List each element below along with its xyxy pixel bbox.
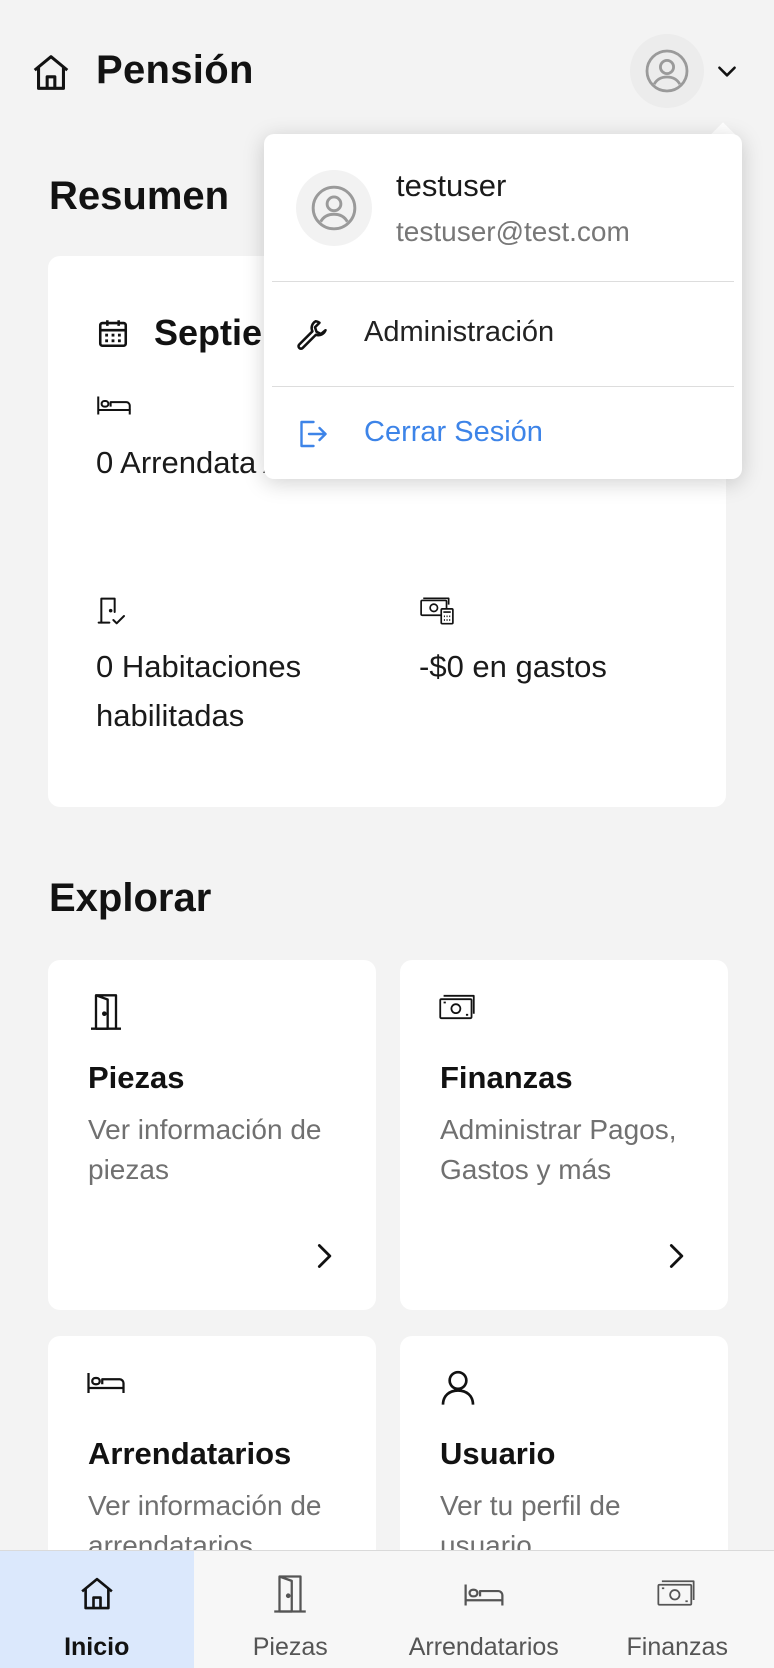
stat-text: 0 Habitaciones habilitadas xyxy=(96,649,302,733)
door-icon xyxy=(269,1573,311,1615)
month-row: Septie xyxy=(96,312,262,354)
explore-card-finanzas[interactable]: Finanzas Administrar Pagos, Gastos y más xyxy=(400,960,728,1310)
menu-item-label: Administración xyxy=(364,316,555,348)
door-icon xyxy=(86,992,126,1032)
avatar xyxy=(296,170,372,246)
card-title: Finanzas xyxy=(440,1060,573,1095)
stat-expenses: -$0 en gastos xyxy=(419,596,719,691)
menu-item-logout[interactable]: Cerrar Sesión xyxy=(264,390,742,478)
card-description: Administrar Pagos, Gastos y más xyxy=(440,1114,677,1185)
money-icon xyxy=(438,992,478,1032)
nav-label: Arrendatarios xyxy=(408,1633,559,1661)
user-circle-icon xyxy=(311,185,357,231)
divider xyxy=(272,386,734,387)
nav-item-arrendatarios[interactable]: Arrendatarios xyxy=(387,1551,581,1668)
bed-icon xyxy=(86,1368,126,1408)
user-circle-icon xyxy=(645,49,689,93)
money-calculator-icon xyxy=(419,596,455,628)
menu-email: testuser@test.com xyxy=(396,216,630,247)
explore-section-title: Explorar xyxy=(49,876,212,920)
divider xyxy=(272,281,734,282)
calendar-icon xyxy=(96,316,130,350)
card-title: Usuario xyxy=(440,1436,556,1471)
app-header: Pensión xyxy=(0,0,774,145)
stat-text: -$0 en gastos xyxy=(419,649,607,684)
month-label: Septie xyxy=(154,312,263,353)
menu-username: testuser xyxy=(396,168,507,203)
explore-card-piezas[interactable]: Piezas Ver información de piezas xyxy=(48,960,376,1310)
bed-icon xyxy=(463,1573,505,1615)
home-icon xyxy=(76,1573,118,1615)
menu-item-label: Cerrar Sesión xyxy=(364,416,543,448)
user-dropdown-menu: testuser testuser@test.com Administració… xyxy=(264,134,742,479)
door-check-icon xyxy=(96,596,132,628)
chevron-down-icon[interactable] xyxy=(714,58,740,84)
chevron-right-icon[interactable] xyxy=(310,1242,338,1270)
nav-item-inicio[interactable]: Inicio xyxy=(0,1551,194,1668)
nav-item-piezas[interactable]: Piezas xyxy=(194,1551,388,1668)
logout-icon xyxy=(294,416,330,452)
bottom-nav: Inicio Piezas Arrendatarios Finanzas xyxy=(0,1550,774,1668)
stat-enabled-rooms: 0 Habitaciones habilitadas xyxy=(96,596,396,740)
card-title: Arrendatarios xyxy=(88,1436,292,1471)
nav-item-finanzas[interactable]: Finanzas xyxy=(581,1551,774,1668)
home-icon[interactable] xyxy=(28,50,74,96)
user-icon xyxy=(438,1368,478,1408)
app-title: Pensión xyxy=(96,48,254,92)
summary-section-title: Resumen xyxy=(49,174,230,218)
money-icon xyxy=(656,1573,698,1615)
menu-item-administracion[interactable]: Administración xyxy=(264,290,742,378)
user-avatar-button[interactable] xyxy=(630,34,704,108)
chevron-right-icon[interactable] xyxy=(662,1242,690,1270)
nav-label: Finanzas xyxy=(626,1633,728,1661)
bed-icon xyxy=(96,392,132,424)
card-description: Ver información de piezas xyxy=(88,1114,322,1185)
nav-label: Piezas xyxy=(252,1633,328,1661)
card-title: Piezas xyxy=(88,1060,185,1095)
wrench-icon xyxy=(294,316,330,352)
nav-label: Inicio xyxy=(64,1633,130,1661)
